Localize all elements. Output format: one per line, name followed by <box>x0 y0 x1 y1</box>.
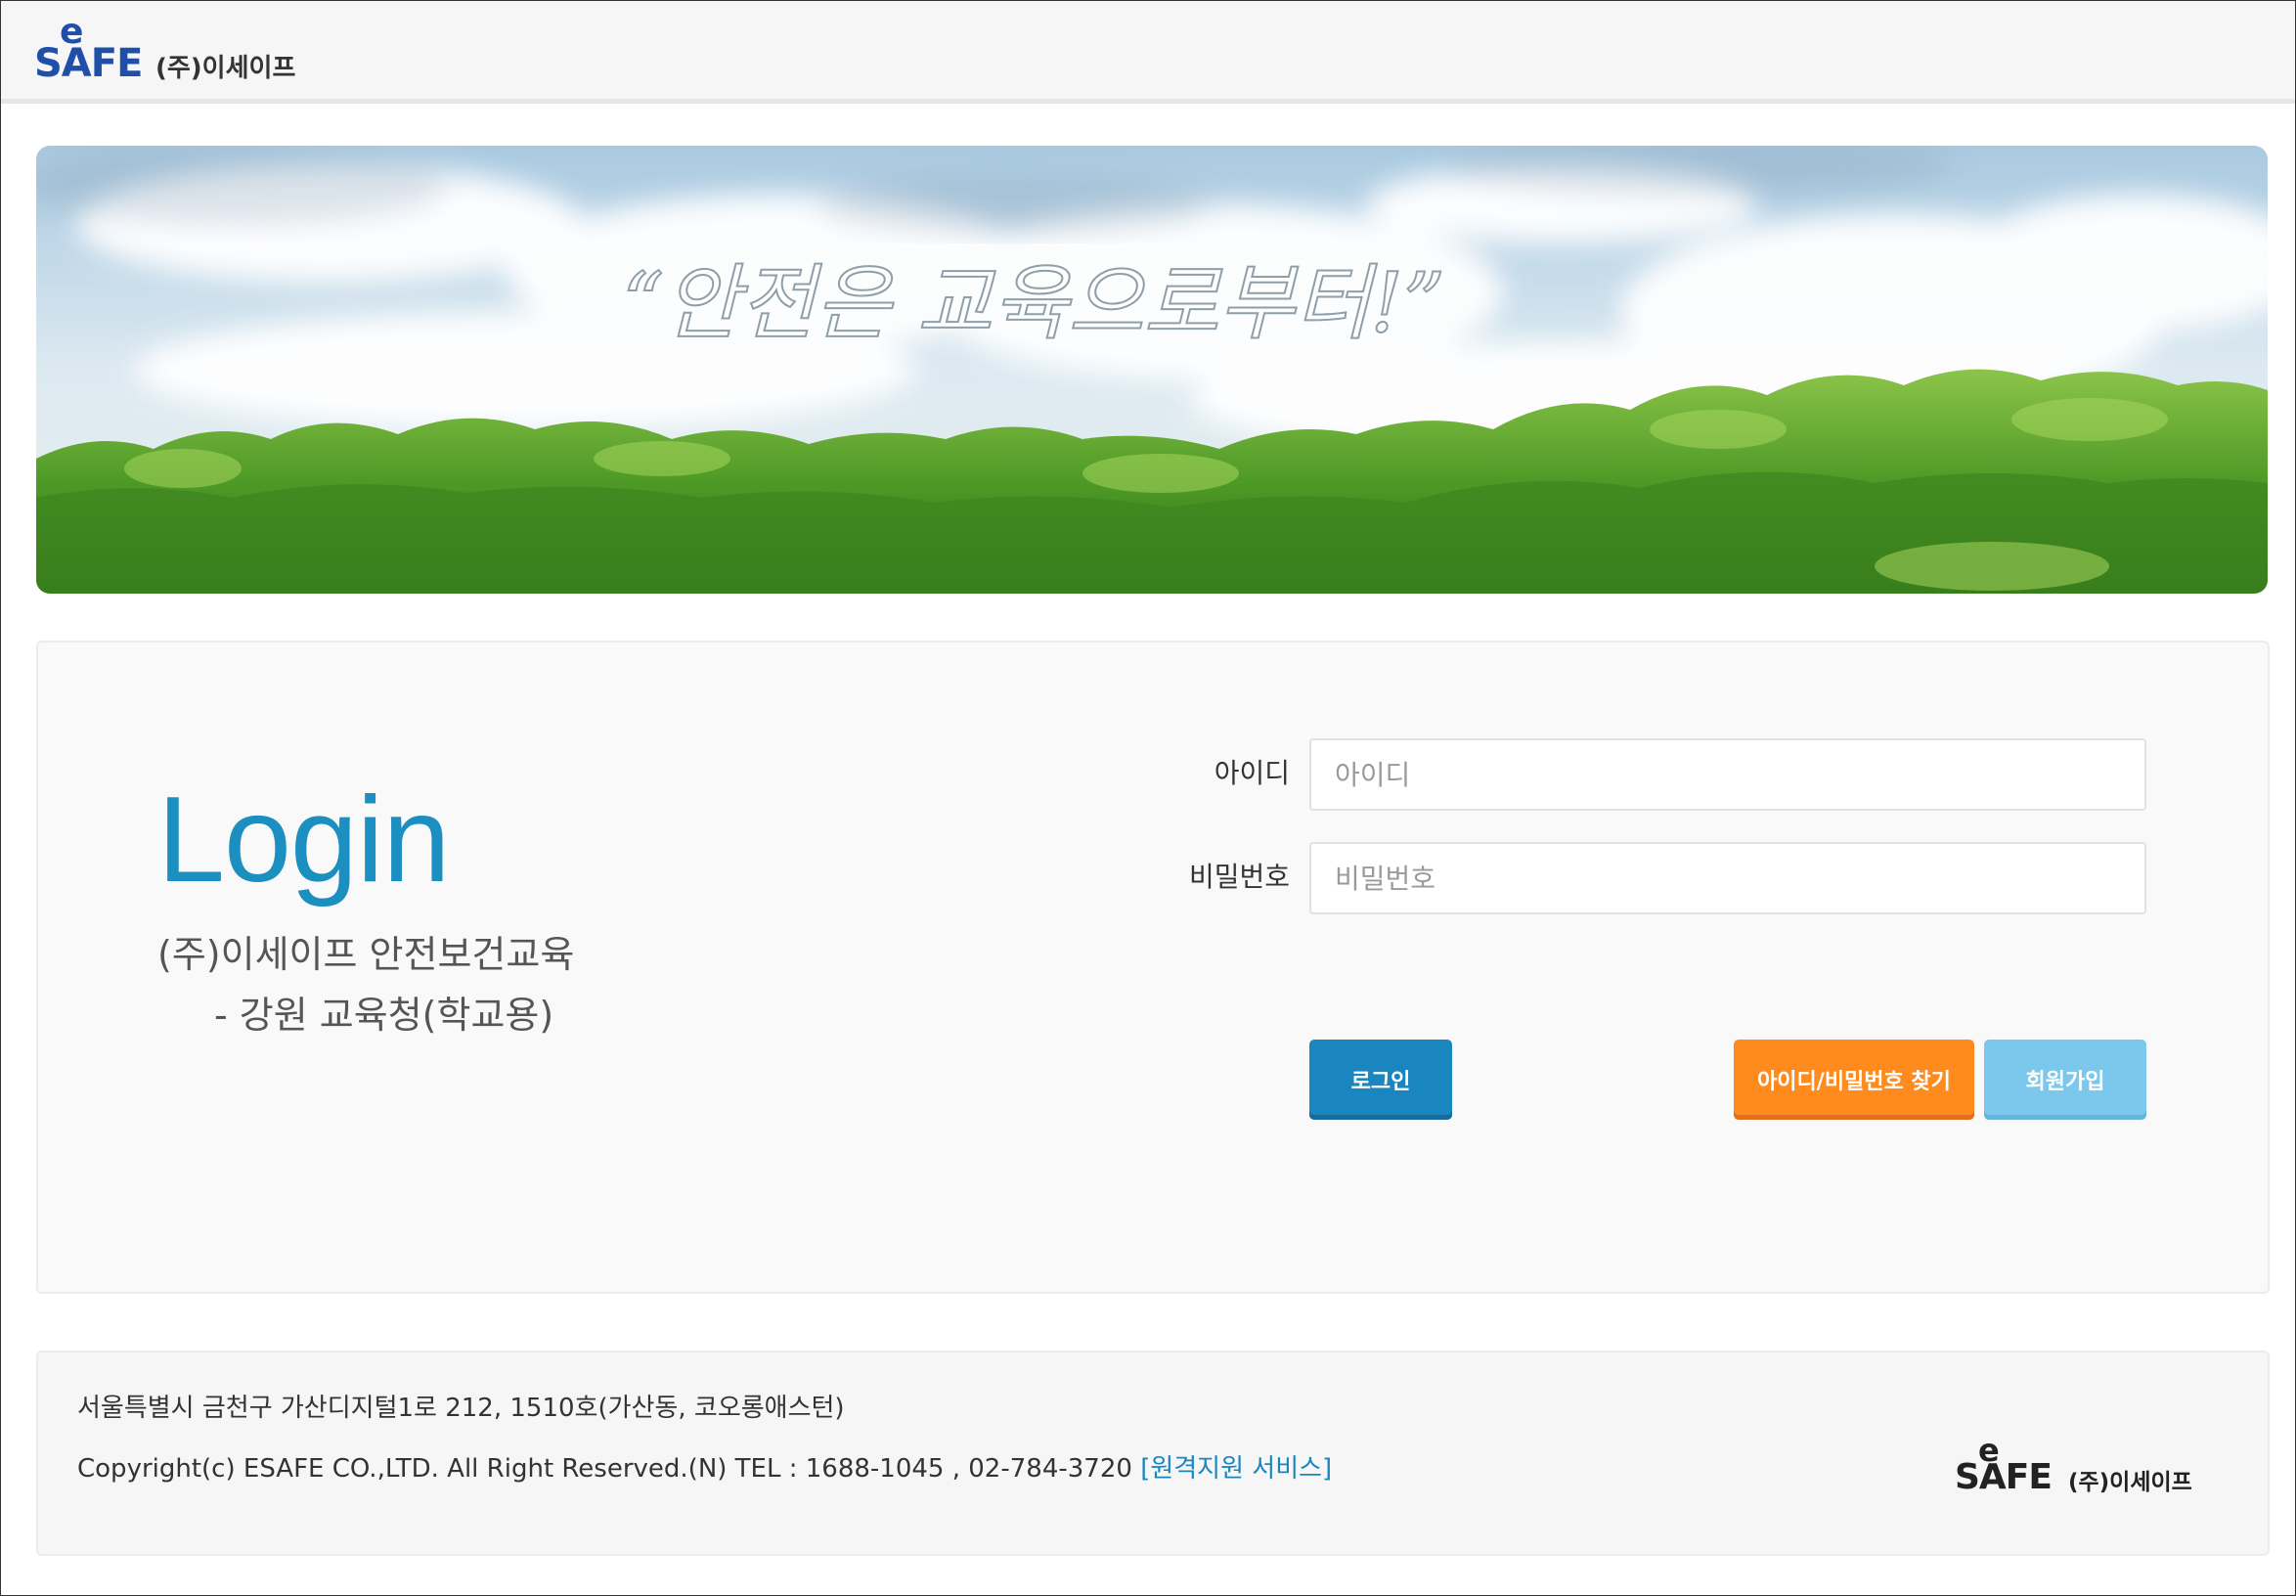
id-label: 아이디 <box>1214 757 1290 789</box>
login-subtitle-company: (주)이세이프 안전보건교육 <box>157 933 575 976</box>
footer-copyright-text: Copyright(c) ESAFE CO.,LTD. All Right Re… <box>77 1454 1141 1484</box>
find-id-password-button[interactable]: 아이디/비밀번호 찾기 <box>1734 1040 1974 1120</box>
password-label: 비밀번호 <box>1188 861 1290 893</box>
page-footer: 서울특별시 금천구 가산디지털1로 212, 1510호(가산동, 코오롱애스턴… <box>36 1351 2270 1556</box>
footer-copyright: Copyright(c) ESAFE CO.,LTD. All Right Re… <box>77 1456 1332 1482</box>
hero-banner: “안전은 교육으로부터!” <box>36 146 2268 594</box>
login-title: Login <box>157 773 450 908</box>
footer-logo-brand-text: SAFE <box>1955 1457 2053 1497</box>
banner-slogan: “안전은 교육으로부터!” <box>622 255 1445 351</box>
esafe-logo[interactable]: e SAFE (주)이세이프 <box>34 15 308 89</box>
logo-brand-text: SAFE <box>34 41 143 86</box>
id-input[interactable] <box>1309 738 2146 811</box>
remote-support-link[interactable]: [원격지원 서비스] <box>1140 1454 1332 1484</box>
footer-address: 서울특별시 금천구 가산디지털1로 212, 1510호(가산동, 코오롱애스턴… <box>77 1394 845 1423</box>
password-input[interactable] <box>1309 842 2146 914</box>
logo-company-name: (주)이세이프 <box>155 54 296 83</box>
top-header: e SAFE (주)이세이프 <box>1 1 2295 104</box>
footer-logo: e SAFE (주)이세이프 <box>1955 1435 2209 1503</box>
signup-button[interactable]: 회원가입 <box>1984 1040 2146 1120</box>
footer-logo-company-name: (주)이세이프 <box>2068 1470 2192 1495</box>
login-panel: Login (주)이세이프 안전보건교육 - 강원 교육청(학교용) 아이디 비… <box>36 641 2270 1294</box>
banner-scenery: “안전은 교육으로부터!” <box>36 146 2268 594</box>
login-subtitle-region: - 강원 교육청(학교용) <box>214 994 554 1037</box>
login-button[interactable]: 로그인 <box>1309 1040 1452 1120</box>
